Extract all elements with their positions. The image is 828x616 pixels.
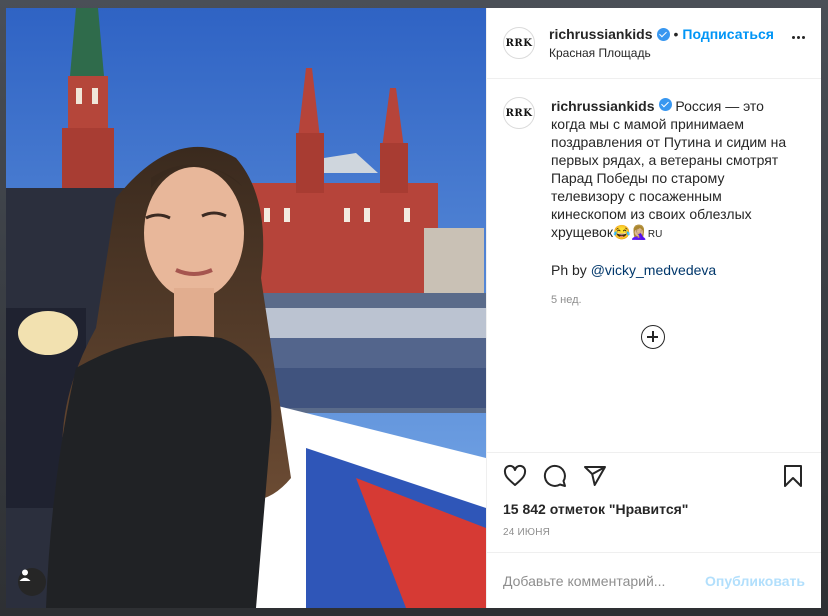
avatar[interactable]: RRK <box>503 27 535 59</box>
plus-circle-icon[interactable] <box>641 325 665 349</box>
post-modal: RRK richrussiankids • Подписаться Красна… <box>6 8 821 608</box>
likes-count[interactable]: 15 842 отметок "Нравится" <box>503 501 805 517</box>
separator-dot: • <box>673 26 679 42</box>
post-photo[interactable] <box>6 8 486 608</box>
post-details-panel: RRK richrussiankids • Подписаться Красна… <box>486 8 821 608</box>
comment-form: Опубликовать <box>487 552 821 608</box>
user-tag-button[interactable] <box>18 568 46 596</box>
more-options-icon[interactable] <box>792 36 805 39</box>
post-date[interactable]: 24 ИЮНЯ <box>503 527 805 538</box>
caption-username[interactable]: richrussiankids <box>551 98 655 114</box>
credit-prefix: Ph by <box>551 262 591 278</box>
publish-button[interactable]: Опубликовать <box>705 573 805 589</box>
header-top-row: richrussiankids • Подписаться <box>549 26 774 42</box>
credit-mention-link[interactable]: @vicky_medvedeva <box>591 262 717 278</box>
post-header: RRK richrussiankids • Подписаться Красна… <box>487 8 821 79</box>
comment-icon[interactable] <box>543 464 567 488</box>
caption-avatar[interactable]: RRK <box>503 97 535 129</box>
location-link[interactable]: Красная Площадь <box>549 46 774 60</box>
caption-suffix: RU <box>647 229 663 240</box>
verified-badge-icon <box>658 98 672 111</box>
header-text: richrussiankids • Подписаться Красная Пл… <box>549 26 774 60</box>
username-link[interactable]: richrussiankids <box>549 26 653 42</box>
bookmark-icon[interactable] <box>781 464 805 488</box>
comment-input[interactable] <box>503 572 706 589</box>
photo-image <box>6 8 486 608</box>
user-tag-icon <box>19 569 31 581</box>
comments-section: RRK richrussiankids Россия — это когда м… <box>487 79 821 452</box>
photo-credit: Ph by @vicky_medvedeva <box>551 262 805 278</box>
action-icons <box>503 453 805 499</box>
caption-text: Россия — это когда мы с мамой принимаем … <box>551 98 787 240</box>
caption: richrussiankids Россия — это когда мы с … <box>551 97 801 244</box>
verified-badge-icon <box>656 27 670 41</box>
heart-icon[interactable] <box>503 464 527 488</box>
caption-row: RRK richrussiankids Россия — это когда м… <box>503 97 805 244</box>
actions-section: 15 842 отметок "Нравится" 24 ИЮНЯ <box>487 452 821 538</box>
caption-age: 5 нед. <box>551 294 582 306</box>
follow-button[interactable]: Подписаться <box>682 26 774 42</box>
share-icon[interactable] <box>583 464 607 488</box>
